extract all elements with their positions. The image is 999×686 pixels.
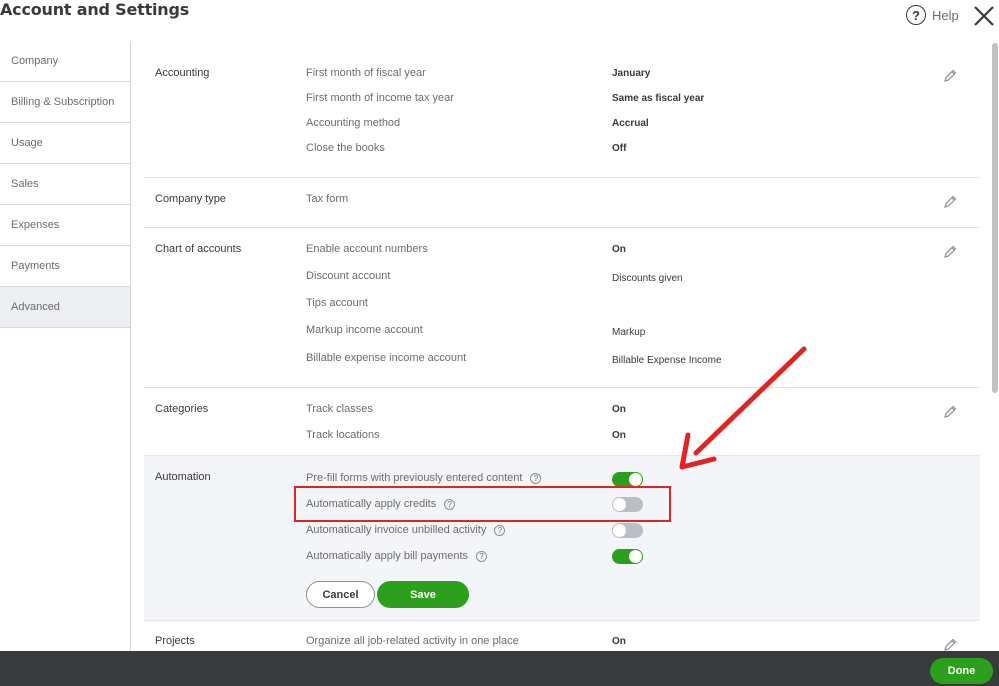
help-label: Help bbox=[932, 7, 959, 23]
setting-value: January bbox=[612, 68, 651, 79]
section-accounting: Accounting First month of fiscal year Ja… bbox=[144, 52, 980, 178]
settings-sidebar: Company Billing & Subscription Usage Sal… bbox=[0, 41, 131, 651]
section-categories: Categories Track classes On Track locati… bbox=[144, 388, 980, 456]
setting-row-tips-account: Tips account bbox=[306, 297, 368, 309]
help-icon: ? bbox=[906, 5, 926, 25]
annotation-highlight-box bbox=[294, 486, 671, 522]
setting-row-organize-jobs: Organize all job-related activity in one… bbox=[306, 635, 519, 647]
sidebar-item-label: Payments bbox=[11, 260, 60, 272]
footer-bar: Done bbox=[0, 651, 999, 686]
setting-name: Close the books bbox=[306, 142, 385, 154]
setting-value: Accrual bbox=[612, 118, 649, 129]
setting-row-tax-month: First month of income tax year bbox=[306, 92, 454, 104]
sidebar-item-sales[interactable]: Sales bbox=[0, 164, 130, 205]
setting-value: On bbox=[612, 636, 626, 647]
setting-name: First month of fiscal year bbox=[306, 67, 426, 79]
setting-value: On bbox=[612, 404, 626, 415]
setting-name: Automatically apply bill payments bbox=[306, 550, 469, 562]
setting-name: Organize all job-related activity in one… bbox=[306, 635, 519, 647]
pencil-icon[interactable] bbox=[942, 404, 958, 420]
page-title: Account and Settings bbox=[0, 0, 190, 19]
setting-row-accounting-method: Accounting method bbox=[306, 117, 400, 129]
setting-row-fiscal-month: First month of fiscal year bbox=[306, 67, 426, 79]
pencil-icon[interactable] bbox=[942, 68, 958, 84]
setting-row-discount-account: Discount account bbox=[306, 270, 390, 282]
section-label: Company type bbox=[155, 193, 226, 205]
close-icon[interactable] bbox=[972, 4, 996, 28]
setting-name: Accounting method bbox=[306, 117, 401, 129]
help-link[interactable]: ? Help bbox=[906, 5, 959, 25]
sidebar-item-label: Usage bbox=[11, 137, 43, 149]
setting-name: Pre-fill forms with previously entered c… bbox=[306, 472, 523, 484]
setting-row-account-numbers: Enable account numbers bbox=[306, 243, 428, 255]
setting-row-billable-expense: Billable expense income account bbox=[306, 352, 466, 364]
help-icon[interactable]: ? bbox=[476, 550, 488, 562]
cancel-button[interactable]: Cancel bbox=[306, 581, 375, 608]
setting-name: Track classes bbox=[306, 403, 373, 415]
pencil-icon[interactable] bbox=[942, 194, 958, 210]
setting-name: Billable expense income account bbox=[306, 352, 467, 364]
setting-row-track-classes: Track classes bbox=[306, 403, 373, 415]
setting-name: Markup income account bbox=[306, 324, 423, 336]
setting-value: Markup bbox=[612, 327, 646, 338]
section-automation bbox=[144, 456, 980, 620]
setting-row-tax-form: Tax form bbox=[306, 193, 348, 205]
sidebar-item-billing[interactable]: Billing & Subscription bbox=[0, 82, 130, 123]
section-label: Accounting bbox=[155, 67, 210, 79]
setting-row-markup-account: Markup income account bbox=[306, 324, 423, 336]
section-label: Categories bbox=[155, 403, 209, 415]
setting-row-apply-bill-payments: Automatically apply bill payments ? bbox=[306, 550, 488, 562]
setting-name: Tax form bbox=[306, 193, 349, 205]
setting-name: Automatically invoice unbilled activity bbox=[306, 524, 487, 536]
sidebar-item-label: Billing & Subscription bbox=[11, 96, 115, 108]
scrollbar-thumb[interactable] bbox=[992, 43, 998, 393]
sidebar-item-company[interactable]: Company bbox=[0, 41, 130, 82]
setting-value: Same as fiscal year bbox=[612, 93, 705, 104]
section-label: Automation bbox=[155, 471, 211, 483]
toggle-knob bbox=[629, 550, 642, 563]
setting-row-prefill-forms: Pre-fill forms with previously entered c… bbox=[306, 472, 542, 484]
sidebar-item-expenses[interactable]: Expenses bbox=[0, 205, 130, 246]
sidebar-item-label: Advanced bbox=[11, 301, 60, 313]
annotation-arrow-icon bbox=[679, 346, 807, 470]
setting-row-close-books: Close the books bbox=[306, 142, 385, 154]
setting-name: Discount account bbox=[306, 270, 391, 282]
toggle-knob bbox=[629, 473, 642, 486]
sidebar-item-advanced[interactable]: Advanced bbox=[0, 287, 130, 328]
done-button[interactable]: Done bbox=[930, 658, 993, 684]
sidebar-item-payments[interactable]: Payments bbox=[0, 246, 130, 287]
scrollbar[interactable] bbox=[991, 41, 999, 651]
save-button[interactable]: Save bbox=[377, 581, 469, 608]
section-label: Chart of accounts bbox=[155, 243, 242, 255]
setting-value: On bbox=[612, 430, 626, 441]
setting-row-track-locations: Track locations bbox=[306, 429, 380, 441]
setting-name: Tips account bbox=[306, 297, 368, 309]
help-icon[interactable]: ? bbox=[494, 524, 506, 536]
setting-name: First month of income tax year bbox=[306, 92, 454, 104]
toggle-invoice-unbilled[interactable] bbox=[612, 523, 643, 538]
setting-value: On bbox=[612, 244, 626, 255]
sidebar-item-usage[interactable]: Usage bbox=[0, 123, 130, 164]
setting-value: Discounts given bbox=[612, 273, 683, 284]
section-company-type: Company type Tax form bbox=[144, 178, 980, 228]
pencil-icon[interactable] bbox=[942, 244, 958, 260]
setting-name: Track locations bbox=[306, 429, 380, 441]
section-chart-of-accounts: Chart of accounts Enable account numbers… bbox=[144, 228, 980, 388]
setting-value: Off bbox=[612, 143, 627, 154]
sidebar-item-label: Expenses bbox=[11, 219, 60, 231]
toggle-prefill-forms[interactable] bbox=[612, 472, 643, 487]
toggle-knob bbox=[613, 524, 626, 537]
setting-row-invoice-unbilled: Automatically invoice unbilled activity … bbox=[306, 524, 506, 536]
help-icon[interactable]: ? bbox=[530, 472, 542, 484]
section-label: Projects bbox=[155, 635, 195, 647]
sidebar-item-label: Sales bbox=[11, 178, 39, 190]
toggle-apply-bill-payments[interactable] bbox=[612, 549, 643, 564]
setting-name: Enable account numbers bbox=[306, 243, 428, 255]
sidebar-item-label: Company bbox=[11, 55, 59, 67]
